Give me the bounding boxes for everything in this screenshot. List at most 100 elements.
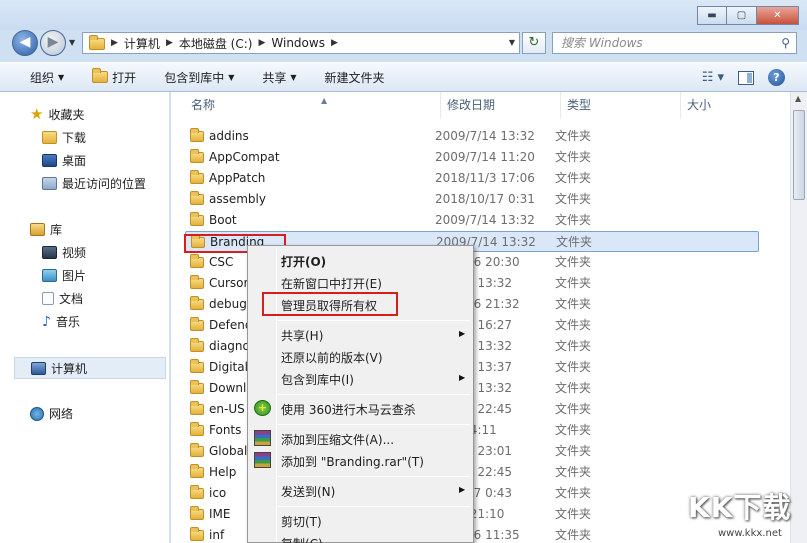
folder-icon bbox=[190, 296, 204, 310]
chevron-right-icon[interactable]: ▶ bbox=[331, 38, 338, 48]
column-header-type[interactable]: 类型 bbox=[561, 92, 681, 118]
sidebar-item-music[interactable]: ♪ 音乐 bbox=[42, 313, 80, 330]
column-label: 大小 bbox=[687, 98, 712, 112]
folder-icon bbox=[83, 34, 111, 50]
sidebar-label: 计算机 bbox=[51, 361, 88, 376]
column-header-name[interactable]: ▲ 名称 bbox=[185, 92, 441, 118]
menu-label: 共享(H) bbox=[281, 329, 324, 343]
close-button[interactable]: ✕ bbox=[757, 6, 799, 25]
file-type: 文件夹 bbox=[555, 465, 592, 479]
menu-label: 包含到库中(I) bbox=[281, 373, 354, 387]
search-icon[interactable]: ⚲ bbox=[781, 33, 790, 53]
breadcrumb-windows[interactable]: Windows bbox=[265, 36, 331, 50]
folder-icon bbox=[190, 170, 204, 184]
refresh-button[interactable]: ↻ bbox=[522, 32, 546, 54]
menu-item-share[interactable]: 共享(H) ▶ bbox=[281, 327, 471, 344]
new-folder-button[interactable]: 新建文件夹 bbox=[311, 69, 399, 86]
sort-ascending-icon: ▲ bbox=[321, 96, 328, 105]
share-button[interactable]: 共享 ▼ bbox=[248, 69, 310, 86]
table-row[interactable]: assembly 2018/10/17 0:31 文件夹 bbox=[185, 189, 759, 210]
minimize-button[interactable]: ▬ bbox=[697, 6, 727, 25]
forward-button[interactable]: ▶ bbox=[40, 30, 66, 56]
breadcrumb-local-disk[interactable]: 本地磁盘 (C:) bbox=[173, 35, 259, 52]
help-icon[interactable]: ? bbox=[768, 69, 785, 86]
music-icon: ♪ bbox=[42, 313, 51, 330]
menu-item-open-new-window[interactable]: 在新窗口中打开(E) bbox=[281, 275, 382, 292]
menu-item-add-archive[interactable]: 添加到压缩文件(A)... bbox=[281, 431, 394, 448]
search-input[interactable]: 搜索 Windows ⚲ bbox=[552, 32, 797, 54]
menu-item-open[interactable]: 打开(O) bbox=[281, 253, 326, 270]
open-button[interactable]: 打开 bbox=[78, 68, 150, 86]
documents-icon bbox=[42, 292, 54, 305]
file-type: 文件夹 bbox=[555, 444, 592, 458]
folder-icon bbox=[190, 485, 204, 499]
menu-item-add-to-rar[interactable]: 添加到 "Branding.rar"(T) bbox=[281, 453, 424, 470]
sidebar-item-documents[interactable]: 文档 bbox=[42, 290, 83, 307]
file-type: 文件夹 bbox=[555, 339, 592, 353]
organize-button[interactable]: 组织 ▼ bbox=[0, 69, 78, 86]
file-type: 文件夹 bbox=[555, 507, 592, 521]
breadcrumb-computer[interactable]: 计算机 bbox=[118, 35, 166, 52]
recent-pages-dropdown[interactable]: ▼ bbox=[69, 38, 75, 47]
chevron-right-icon[interactable]: ▶ bbox=[166, 38, 173, 48]
folder-icon bbox=[190, 338, 204, 352]
table-row[interactable]: AppCompat 2009/7/14 11:20 文件夹 bbox=[185, 147, 759, 168]
downloads-folder-icon bbox=[42, 131, 57, 144]
chevron-right-icon[interactable]: ▶ bbox=[111, 38, 118, 48]
pictures-icon bbox=[42, 269, 57, 282]
open-folder-icon bbox=[92, 68, 109, 83]
file-name-text: debug bbox=[209, 297, 247, 311]
vertical-scrollbar[interactable]: ▲ bbox=[790, 92, 807, 543]
file-name-text: Boot bbox=[209, 213, 237, 227]
menu-separator bbox=[278, 394, 470, 395]
menu-separator bbox=[278, 320, 470, 321]
new-folder-label: 新建文件夹 bbox=[324, 70, 385, 85]
file-name-text: Help bbox=[209, 465, 237, 479]
view-options-icon[interactable]: ☷ ▾ bbox=[702, 70, 724, 85]
sidebar-item-downloads[interactable]: 下载 bbox=[42, 129, 86, 146]
chevron-right-icon[interactable]: ▶ bbox=[258, 38, 265, 48]
sidebar-item-favorites[interactable]: ★ 收藏夹 bbox=[30, 106, 84, 123]
sidebar-item-pictures[interactable]: 图片 bbox=[42, 267, 86, 284]
maximize-button[interactable]: ▢ bbox=[727, 6, 757, 25]
file-type: 文件夹 bbox=[555, 381, 592, 395]
folder-icon bbox=[190, 359, 204, 373]
column-header-size[interactable]: 大小 bbox=[681, 92, 781, 118]
scroll-up-icon[interactable]: ▲ bbox=[795, 94, 801, 103]
sidebar-item-recent[interactable]: 最近访问的位置 bbox=[42, 175, 146, 192]
sidebar-label: 图片 bbox=[62, 269, 87, 283]
file-date: 2009/7/14 11:20 bbox=[435, 150, 535, 164]
menu-item-copy[interactable]: 复制(C) bbox=[281, 535, 323, 543]
sidebar-item-libraries[interactable]: 库 bbox=[30, 221, 62, 238]
folder-icon bbox=[190, 527, 204, 541]
file-name: Boot bbox=[185, 210, 435, 231]
folder-icon bbox=[190, 317, 204, 331]
sidebar-label: 文档 bbox=[59, 292, 84, 306]
file-name-text: ico bbox=[209, 486, 227, 500]
preview-pane-icon[interactable] bbox=[738, 70, 754, 85]
address-dropdown-icon[interactable]: ▼ bbox=[509, 38, 515, 47]
back-button[interactable]: ◀ bbox=[12, 30, 38, 56]
menu-item-360-scan[interactable]: 使用 360进行木马云查杀 bbox=[281, 401, 416, 418]
organize-label: 组织 bbox=[30, 70, 55, 85]
table-row[interactable]: AppPatch 2018/11/3 17:06 文件夹 bbox=[185, 168, 759, 189]
address-bar[interactable]: ▶ 计算机 ▶ 本地磁盘 (C:) ▶ Windows ▶ ▼ bbox=[82, 32, 520, 54]
sidebar-item-videos[interactable]: 视频 bbox=[42, 244, 86, 261]
include-in-library-button[interactable]: 包含到库中 ▼ bbox=[150, 69, 248, 86]
sidebar-item-desktop[interactable]: 桌面 bbox=[42, 152, 86, 169]
menu-item-cut[interactable]: 剪切(T) bbox=[281, 513, 322, 530]
search-placeholder: 搜索 Windows bbox=[561, 36, 643, 50]
menu-item-include-library[interactable]: 包含到库中(I) ▶ bbox=[281, 371, 471, 388]
folder-icon bbox=[190, 275, 204, 289]
file-type: 文件夹 bbox=[555, 192, 592, 206]
menu-item-send-to[interactable]: 发送到(N) ▶ bbox=[281, 483, 471, 500]
table-row[interactable]: Boot 2009/7/14 13:32 文件夹 bbox=[185, 210, 759, 231]
scrollbar-thumb[interactable] bbox=[793, 110, 805, 200]
file-type: 文件夹 bbox=[555, 528, 592, 542]
sidebar-item-computer[interactable]: 计算机 bbox=[14, 357, 166, 379]
menu-item-restore-versions[interactable]: 还原以前的版本(V) bbox=[281, 349, 383, 366]
column-header-date[interactable]: 修改日期 bbox=[441, 92, 561, 118]
sidebar-item-network[interactable]: 网络 bbox=[30, 405, 73, 422]
table-row[interactable]: addins 2009/7/14 13:32 文件夹 bbox=[185, 126, 759, 147]
navigation-pane: ★ 收藏夹 下载 桌面 最近访问的位置 库 视频 图片 文档 ♪ 音乐 计算机 … bbox=[0, 92, 170, 543]
